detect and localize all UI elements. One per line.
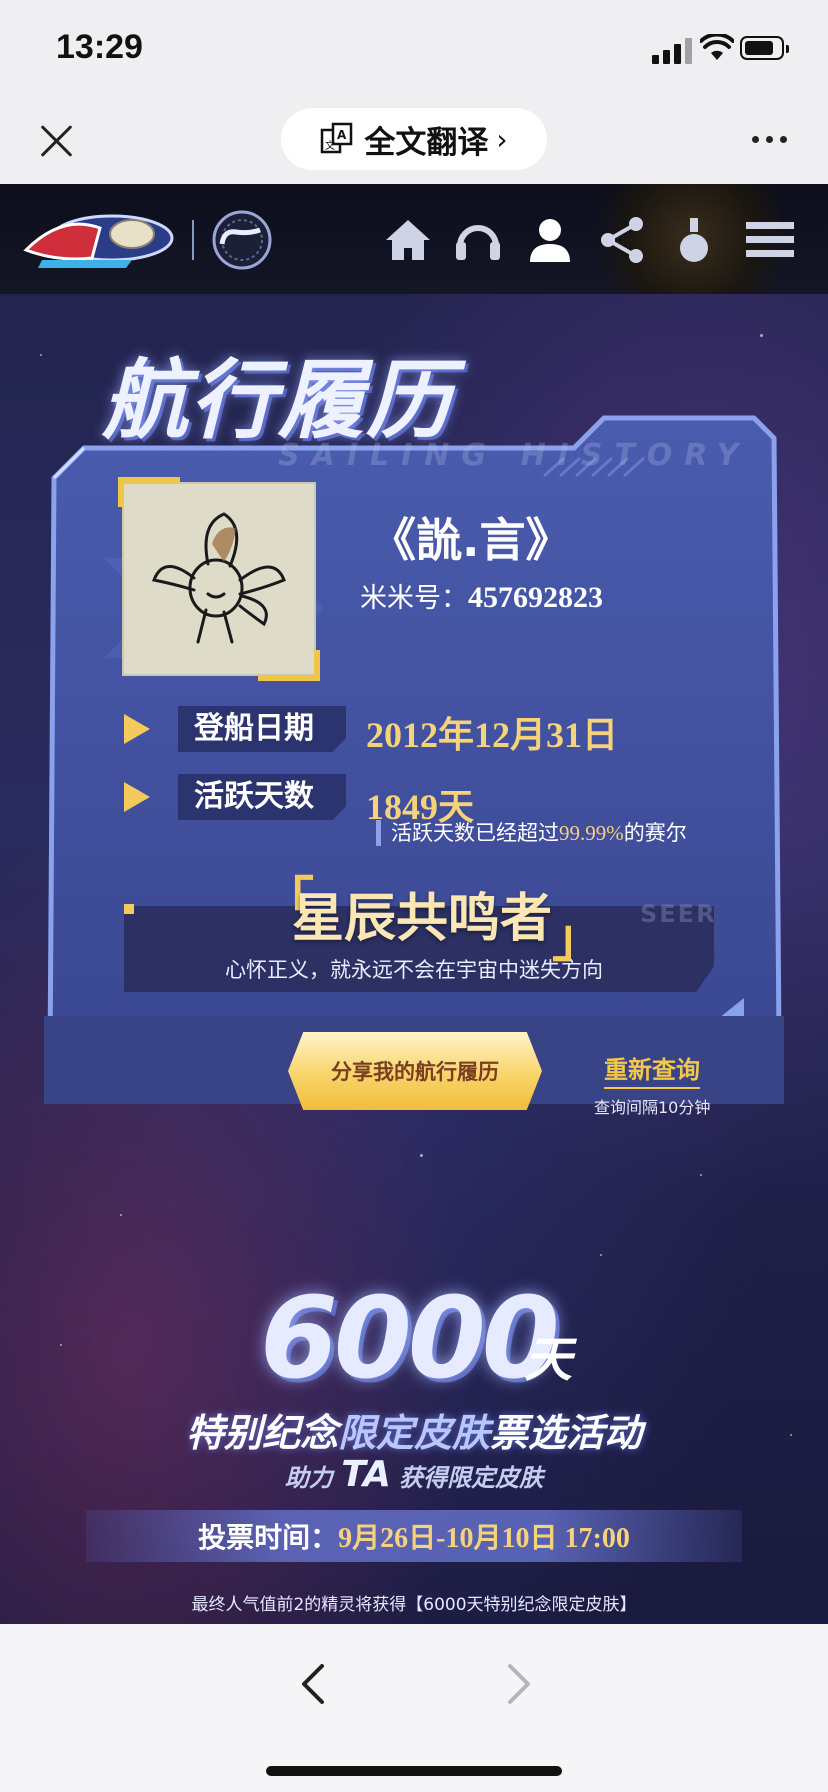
active-days-label: 活跃天数 [178, 774, 346, 820]
battery-icon [740, 36, 789, 60]
more-options-icon[interactable] [752, 136, 787, 143]
promo-note: 最终人气值前2的精灵将获得【6000天特别纪念限定皮肤】 [191, 1595, 637, 1615]
promo-subheadline: 助力 TA 获得限定皮肤 [284, 1454, 544, 1495]
home-icon[interactable] [382, 214, 434, 266]
user-icon[interactable] [524, 214, 576, 266]
translate-button[interactable]: A 文 全文翻译 › [281, 108, 547, 170]
game-header [0, 184, 828, 294]
forward-icon[interactable] [496, 1654, 542, 1714]
boarding-date-value: 2012年12月31日 [366, 715, 619, 755]
close-icon[interactable] [38, 122, 76, 160]
browser-bottom-bar [0, 1624, 828, 1792]
arrow-right-icon [124, 782, 150, 812]
back-icon[interactable] [290, 1654, 336, 1714]
share-history-label: 分享我的航行履历 [331, 1060, 499, 1084]
main-content: 航行履历 SAILING HISTORY 《詤.言》 米米号：457692823… [0, 294, 828, 1624]
svg-text:文: 文 [325, 139, 335, 152]
headset-icon[interactable] [452, 214, 504, 266]
status-bar: 13:29 [0, 0, 828, 100]
requery-button[interactable]: 重新查询 [604, 1050, 700, 1089]
6000-days-badge [212, 210, 272, 270]
boarding-date-label: 登船日期 [178, 706, 346, 752]
promo-big-number: 6000 [260, 1274, 560, 1404]
clock: 13:29 [56, 28, 143, 66]
browser-top-bar: A 文 全文翻译 › [0, 100, 828, 184]
cellular-signal-icon [652, 38, 696, 64]
user-id-value: 457692823 [468, 581, 603, 614]
page-subtitle-watermark: SAILING HISTORY [278, 438, 751, 473]
translate-label: 全文翻译 [364, 124, 489, 161]
active-percentile: 99.99% [559, 821, 624, 845]
share-icon[interactable] [596, 214, 648, 266]
username: 《詤.言》 [370, 513, 572, 567]
arrow-right-icon [124, 714, 150, 744]
requery-interval-note: 查询间隔10分钟 [594, 1098, 711, 1117]
menu-icon[interactable] [744, 214, 796, 266]
vote-time: 投票时间：9月26日-10月10日 17:00 [198, 1521, 630, 1554]
share-history-button[interactable]: 分享我的航行履历 [288, 1032, 542, 1110]
avatar [122, 482, 316, 676]
seer-watermark: SEER [640, 900, 717, 928]
honor-title: 星辰共鸣者 [292, 889, 553, 949]
seer-logo[interactable] [22, 208, 182, 270]
page-title: 航行履历 [102, 351, 454, 451]
translate-icon: A 文 [321, 122, 353, 154]
active-days-note: 活跃天数已经超过99.99%的赛尔 [376, 820, 687, 846]
user-id: 米米号：457692823 [360, 576, 603, 615]
svg-text:A: A [337, 128, 347, 142]
chevron-right-icon: › [496, 122, 508, 156]
user-id-label: 米米号： [360, 583, 468, 614]
promo-unit: 天 [524, 1332, 573, 1388]
motto: 心怀正义，就永远不会在宇宙中迷失方向 [225, 958, 603, 982]
promo-headline: 特别纪念限定皮肤票选活动 [185, 1411, 643, 1455]
wifi-icon [700, 34, 734, 60]
pot-icon[interactable] [668, 214, 720, 266]
home-indicator [266, 1766, 562, 1776]
